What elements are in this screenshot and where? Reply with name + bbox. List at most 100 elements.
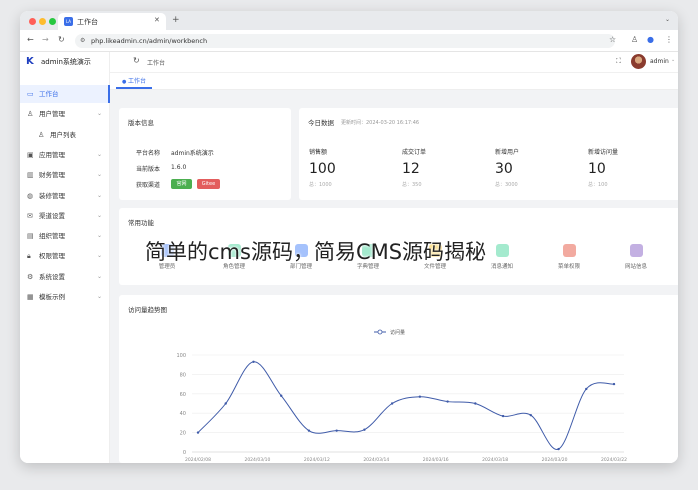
gitee-button[interactable]: Gitee <box>197 179 220 189</box>
x-tick-label: 2024/03/18 <box>482 457 508 463</box>
stat-visits-value: 10 <box>588 161 606 177</box>
lock-icon: 🔒︎ <box>27 252 31 261</box>
breadcrumb[interactable]: 工作台 <box>147 58 165 67</box>
sidebar-item-7[interactable]: ▤ 组织管理 ⌄ <box>20 227 110 245</box>
tag-workbench[interactable]: ● 工作台 <box>116 75 152 89</box>
sidebar: K admin系统演示 ▭ 工作台 ♙ 用户管理 ⌄ ♙ 用户列表 ▣ 应用管理 ⌄ ▥ 财务管理 ⌄ ◍… <box>20 52 110 463</box>
function-label: 网站信息 <box>624 264 647 270</box>
sidebar-item-9[interactable]: ⚙ 系统设置 ⌄ <box>20 268 110 286</box>
function-icon <box>629 244 643 257</box>
template-icon: ▦ <box>27 293 34 301</box>
functions-card-title: 常用功能 <box>128 219 154 227</box>
version-card: 版本信息 平台名称 admin系统演示 当前版本 1.6.0 获取渠道 官网 G… <box>119 108 291 200</box>
today-card-title: 今日数据 <box>308 119 334 127</box>
tab-title: 工作台 <box>77 18 98 26</box>
function-item-7[interactable]: 网站信息 <box>616 244 656 270</box>
browser-tabstrip: LA 工作台 ✕ + ⌄ <box>20 11 678 30</box>
sidebar-item-3[interactable]: ▣ 应用管理 ⌄ <box>20 146 110 164</box>
data-point <box>335 429 338 432</box>
extension-icon[interactable]: ♙ <box>631 35 638 44</box>
watermark-overlay-text: 简单的cms源码，简易CMS源码揭秘 <box>145 240 487 264</box>
function-label: 消息通知 <box>490 264 513 270</box>
function-icon <box>495 244 509 257</box>
version-card-title: 版本信息 <box>128 119 154 127</box>
refresh-icon[interactable]: ↻ <box>133 56 140 65</box>
x-tick-label: 2024/03/16 <box>423 457 449 463</box>
bookmark-star-icon[interactable]: ☆ <box>609 35 616 44</box>
data-point <box>418 395 422 398</box>
url-field[interactable]: ⚙ php.likeadmin.cn/admin/workbench <box>75 34 615 48</box>
sidebar-item-6[interactable]: ✉ 渠道设置 ⌄ <box>20 207 110 225</box>
sidebar-item-2[interactable]: ♙ 用户列表 <box>20 126 110 144</box>
x-tick-label: 2024/03/10 <box>244 457 270 463</box>
data-point <box>252 360 255 363</box>
stat-visits-total: 总：100 <box>588 182 608 188</box>
stat-new-users-title: 新增用户 <box>495 149 520 156</box>
data-point <box>390 402 394 405</box>
data-point <box>196 431 200 434</box>
user-chevron-down-icon[interactable]: ⌄ <box>671 57 675 63</box>
forward-icon[interactable]: → <box>42 35 49 44</box>
tab-list-icon[interactable]: ⌄ <box>665 16 670 23</box>
profile-icon[interactable]: ● <box>647 35 654 44</box>
sidebar-item-8[interactable]: 🔒︎ 权限管理 ⌄ <box>20 247 110 265</box>
username[interactable]: admin <box>650 58 669 65</box>
stat-sales-total: 总：1000 <box>309 182 332 188</box>
sidebar-item-5[interactable]: ◍ 装修管理 ⌄ <box>20 187 110 205</box>
sidebar-item-label: 财务管理 <box>39 171 65 180</box>
series-line-visits <box>197 361 615 450</box>
function-item-6[interactable]: 菜单权限 <box>549 244 589 270</box>
avatar[interactable] <box>631 54 646 69</box>
x-tick-label: 2024/03/12 <box>304 457 330 463</box>
stat-new-users-value: 30 <box>495 161 513 177</box>
function-item-5[interactable]: 消息通知 <box>482 244 522 270</box>
sidebar-item-10[interactable]: ▦ 模板示例 ⌄ <box>20 288 110 306</box>
site-info-icon[interactable]: ⚙ <box>80 34 85 48</box>
back-icon[interactable]: ← <box>27 35 34 44</box>
sidebar-item-0[interactable]: ▭ 工作台 <box>20 85 110 103</box>
tab-favicon: LA <box>64 17 73 26</box>
browser-tab[interactable]: LA 工作台 ✕ <box>58 13 166 30</box>
sidebar-item-4[interactable]: ▥ 财务管理 ⌄ <box>20 166 110 184</box>
function-label: 菜单权限 <box>557 264 580 270</box>
new-tab-icon[interactable]: + <box>172 15 180 25</box>
chevron-down-icon: ⌄ <box>96 171 102 179</box>
tag-label: 工作台 <box>127 78 146 85</box>
chevron-down-icon: ⌄ <box>96 211 102 219</box>
today-data-card: 今日数据 更新时间：2024-03-20 16:17:46 销售额 100 总：… <box>299 108 678 200</box>
sidebar-item-label: 装修管理 <box>39 191 65 200</box>
app-icon: ▣ <box>27 150 34 159</box>
user-icon: ♙ <box>38 130 45 139</box>
sidebar-item-1[interactable]: ♙ 用户管理 ⌄ <box>20 105 110 123</box>
x-tick-label: 2024/02/08 <box>185 457 211 463</box>
data-point <box>224 402 227 405</box>
maximize-window-dot[interactable] <box>49 18 56 25</box>
legend-swatch-marker <box>377 329 383 335</box>
sidebar-item-label: 用户列表 <box>50 130 76 139</box>
sidebar-item-label: 模板示例 <box>39 293 65 301</box>
building-icon: ▤ <box>27 232 34 241</box>
data-point <box>557 447 560 451</box>
y-tick-label: 60 <box>180 392 186 398</box>
tab-close-icon[interactable]: ✕ <box>154 16 160 24</box>
brand[interactable]: K admin系统演示 <box>20 52 110 72</box>
stat-orders-value: 12 <box>402 161 420 177</box>
stat-sales-title: 销售额 <box>309 149 328 156</box>
sidebar-item-label: 组织管理 <box>39 232 65 241</box>
official-site-button[interactable]: 官网 <box>171 179 192 189</box>
minimize-window-dot[interactable] <box>39 18 46 25</box>
y-tick-label: 0 <box>183 450 186 456</box>
fullscreen-icon[interactable]: ⛶ <box>616 57 621 66</box>
x-tick-label: 2024/03/22 <box>601 457 627 463</box>
browser-menu-icon[interactable]: ⋮ <box>665 35 673 44</box>
close-window-dot[interactable] <box>29 18 36 25</box>
chevron-down-icon: ⌄ <box>96 252 102 260</box>
data-point <box>612 382 616 386</box>
data-point <box>529 413 532 417</box>
stat-sales-value: 100 <box>309 161 336 177</box>
reload-icon[interactable]: ↻ <box>58 35 65 44</box>
sidebar-item-label: 工作台 <box>39 90 59 98</box>
user-icon: ♙ <box>27 110 34 119</box>
sidebar-item-label: 权限管理 <box>39 252 65 261</box>
x-tick-label: 2024/03/20 <box>542 457 568 463</box>
